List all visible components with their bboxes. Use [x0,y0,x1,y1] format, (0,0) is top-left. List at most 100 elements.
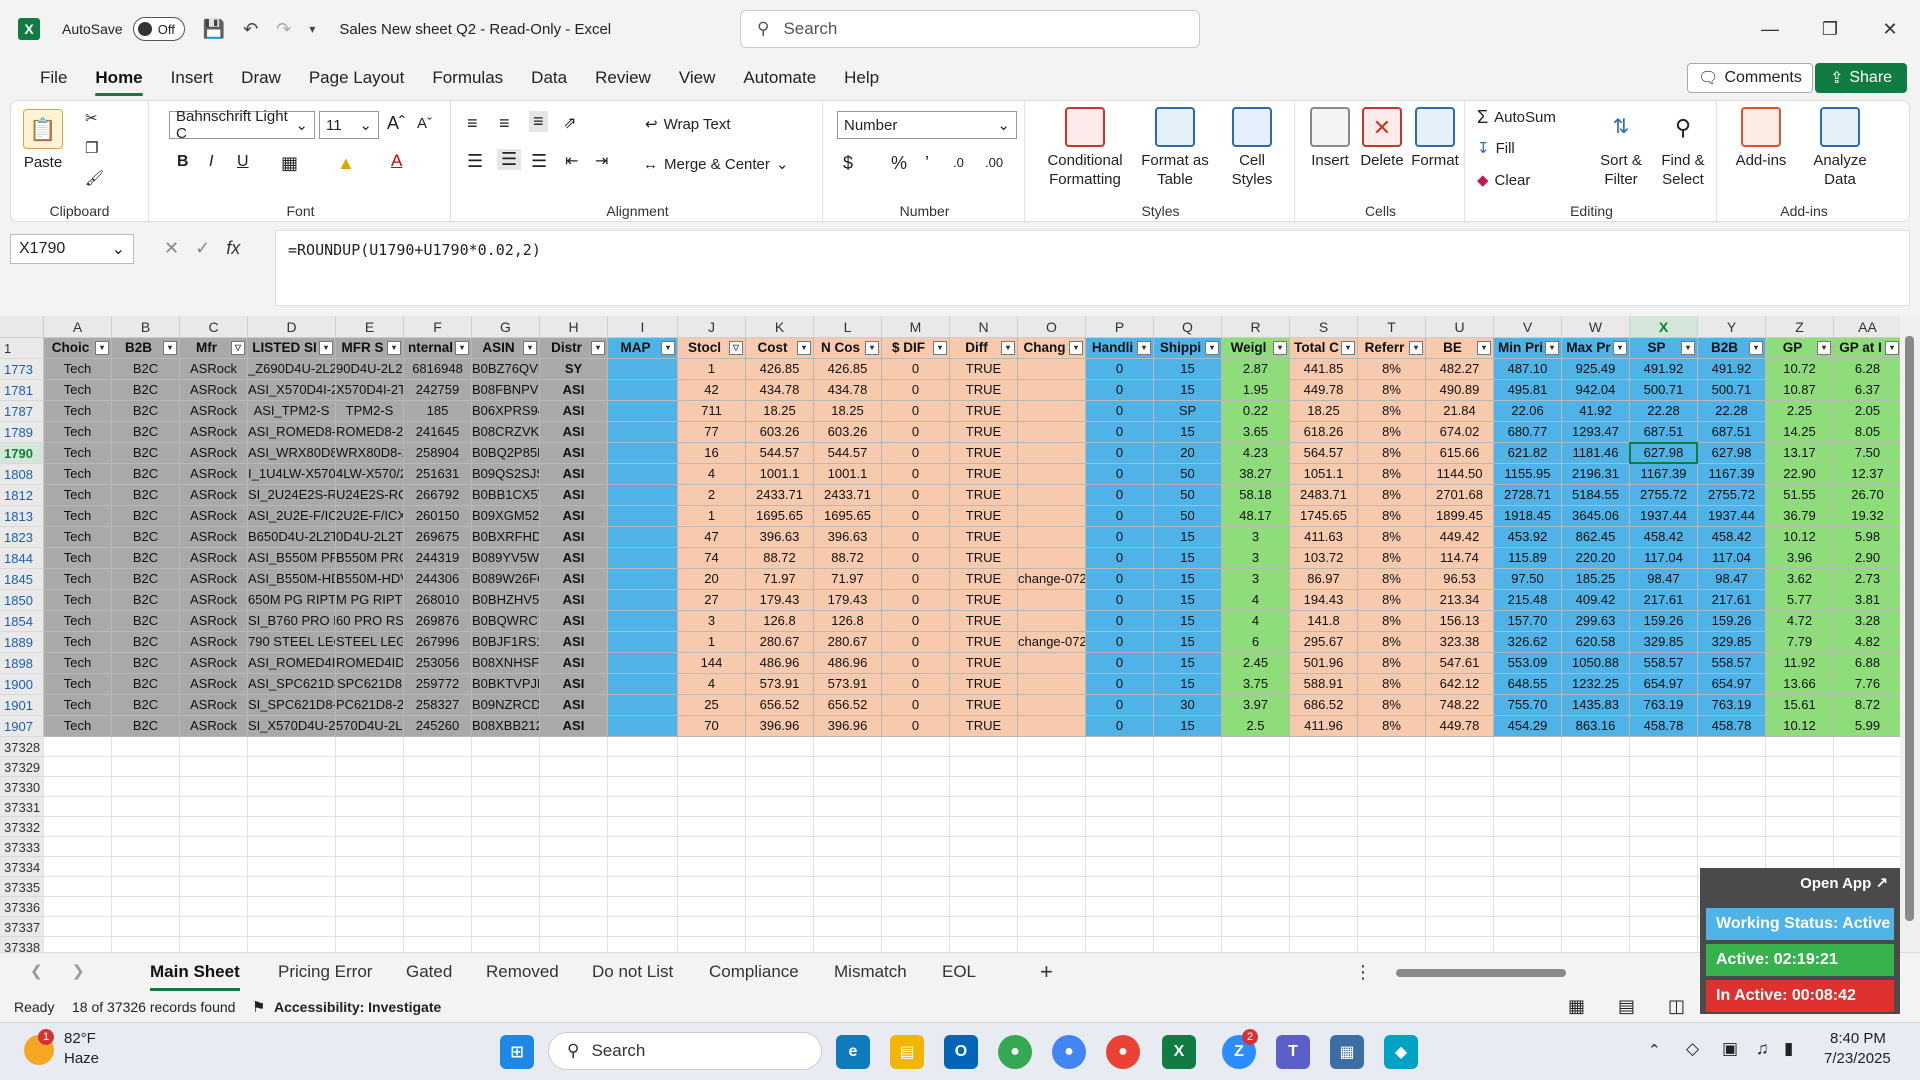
table-cell[interactable]: 144 [678,653,746,674]
table-cell[interactable]: 25 [678,695,746,716]
table-cell[interactable]: ASI [540,422,608,443]
save-icon[interactable]: 💾 [203,19,225,40]
table-cell[interactable]: 558.57 [1698,653,1766,674]
table-cell[interactable]: 409.42 [1562,590,1630,611]
table-cell[interactable]: _Z690D4U-2L2T/ [248,359,336,380]
header-cell[interactable]: Referr ▾ [1358,338,1426,359]
table-cell[interactable]: B2C [112,569,180,590]
table-cell[interactable]: 3 [678,611,746,632]
table-cell[interactable]: ASRock [180,590,248,611]
table-cell[interactable]: 10.12 [1766,716,1834,737]
table-cell[interactable]: 71.97 [746,569,814,590]
table-cell[interactable]: 253056 [404,653,472,674]
table-cell[interactable]: TRUE [950,653,1018,674]
table-cell[interactable]: B09NZRCD4B [472,695,540,716]
table-cell[interactable] [1018,401,1086,422]
table-cell[interactable]: 329.85 [1630,632,1698,653]
table-cell[interactable]: 179.43 [814,590,882,611]
page-layout-view-icon[interactable]: ▤ [1618,996,1635,1017]
table-cell[interactable]: 748.22 [1426,695,1494,716]
table-cell[interactable]: 1.95 [1222,380,1290,401]
table-cell[interactable]: 97.50 [1494,569,1562,590]
table-cell[interactable]: 0 [882,527,950,548]
table-cell[interactable]: 2.90 [1834,548,1902,569]
table-cell[interactable]: ASRock [180,569,248,590]
filter-dropdown-icon[interactable]: ▾ [661,341,675,355]
table-cell[interactable] [608,674,678,695]
header-cell[interactable]: MFR S ▾ [336,338,404,359]
table-cell[interactable]: TPM2-S [336,401,404,422]
table-cell[interactable]: 0 [1086,380,1154,401]
table-cell[interactable]: 0 [1086,401,1154,422]
table-cell[interactable]: Tech [44,590,112,611]
table-cell[interactable]: 620.58 [1562,632,1630,653]
table-cell[interactable]: B2C [112,443,180,464]
table-cell[interactable]: 8% [1358,422,1426,443]
table-cell[interactable]: 6.88 [1834,653,1902,674]
table-cell[interactable]: ASI [540,716,608,737]
table-cell[interactable]: 50 [1154,464,1222,485]
table-cell[interactable]: 2728.71 [1494,485,1562,506]
table-cell[interactable]: 0 [1086,653,1154,674]
table-cell[interactable]: ASI_2U2E-F/ICX2 [248,506,336,527]
table-cell[interactable]: 1 [678,632,746,653]
table-cell[interactable]: 11.92 [1766,653,1834,674]
table-cell[interactable]: 0 [882,548,950,569]
tab-insert[interactable]: Insert [157,58,228,98]
table-cell[interactable]: 1167.39 [1630,464,1698,485]
table-cell[interactable]: 687.51 [1698,422,1766,443]
table-cell[interactable]: 103.72 [1290,548,1358,569]
table-cell[interactable]: 564.57 [1290,443,1358,464]
column-header[interactable]: E [336,316,404,338]
table-cell[interactable]: 280.67 [746,632,814,653]
search-box[interactable]: ⚲ Search [740,10,1200,48]
table-cell[interactable]: 0 [1086,464,1154,485]
table-cell[interactable]: ASRock [180,548,248,569]
header-cell[interactable]: LISTED SI ▾ [248,338,336,359]
table-cell[interactable]: 15 [1154,632,1222,653]
table-cell[interactable]: 396.63 [814,527,882,548]
table-cell[interactable]: 269675 [404,527,472,548]
table-cell[interactable]: B0BQWRCYNX [472,611,540,632]
table-cell[interactable]: 1899.45 [1426,506,1494,527]
header-cell[interactable]: Max Pr ▾ [1562,338,1630,359]
table-cell[interactable]: 8% [1358,653,1426,674]
row-header[interactable]: 37336 [0,897,44,917]
table-cell[interactable]: 3.62 [1766,569,1834,590]
row-header[interactable]: 1773 [0,359,44,380]
table-cell[interactable]: 1937.44 [1630,506,1698,527]
show-hidden-icons[interactable]: ⌃ [1648,1041,1661,1059]
filter-dropdown-icon[interactable]: ▾ [1885,341,1899,355]
table-cell[interactable]: 2.73 [1834,569,1902,590]
decrease-font-icon[interactable]: Aˇ [417,115,432,132]
table-cell[interactable] [1018,464,1086,485]
table-cell[interactable]: SI_B760 PRO RS/D [248,611,336,632]
table-cell[interactable]: 50 [1154,485,1222,506]
table-cell[interactable]: 0 [882,590,950,611]
table-cell[interactable]: 15 [1154,716,1222,737]
table-cell[interactable]: 8% [1358,527,1426,548]
table-cell[interactable]: 22.06 [1494,401,1562,422]
table-cell[interactable]: 454.29 [1494,716,1562,737]
table-cell[interactable]: 434.78 [814,380,882,401]
table-cell[interactable]: B2C [112,716,180,737]
battery-icon[interactable]: ▮ [1784,1039,1793,1059]
table-cell[interactable]: 20 [1154,443,1222,464]
table-cell[interactable]: ASI [540,464,608,485]
filter-dropdown-icon[interactable]: ▾ [1273,341,1287,355]
table-cell[interactable]: 98.47 [1630,569,1698,590]
table-cell[interactable]: 323.38 [1426,632,1494,653]
table-cell[interactable]: 88.72 [814,548,882,569]
clock-date[interactable]: 7/23/2025 [1824,1050,1891,1067]
table-cell[interactable]: 3.97 [1222,695,1290,716]
decrease-indent-icon[interactable]: ⇤ [565,151,578,171]
table-cell[interactable]: 4.82 [1834,632,1902,653]
table-cell[interactable]: 269876 [404,611,472,632]
header-cell[interactable]: B2B ▾ [112,338,180,359]
table-cell[interactable]: 8.72 [1834,695,1902,716]
table-cell[interactable]: B2C [112,464,180,485]
column-header[interactable]: F [404,316,472,338]
table-cell[interactable]: 8% [1358,632,1426,653]
merge-center-button[interactable]: ↔ Merge & Center ⌄ [643,155,788,174]
table-cell[interactable]: 36.79 [1766,506,1834,527]
